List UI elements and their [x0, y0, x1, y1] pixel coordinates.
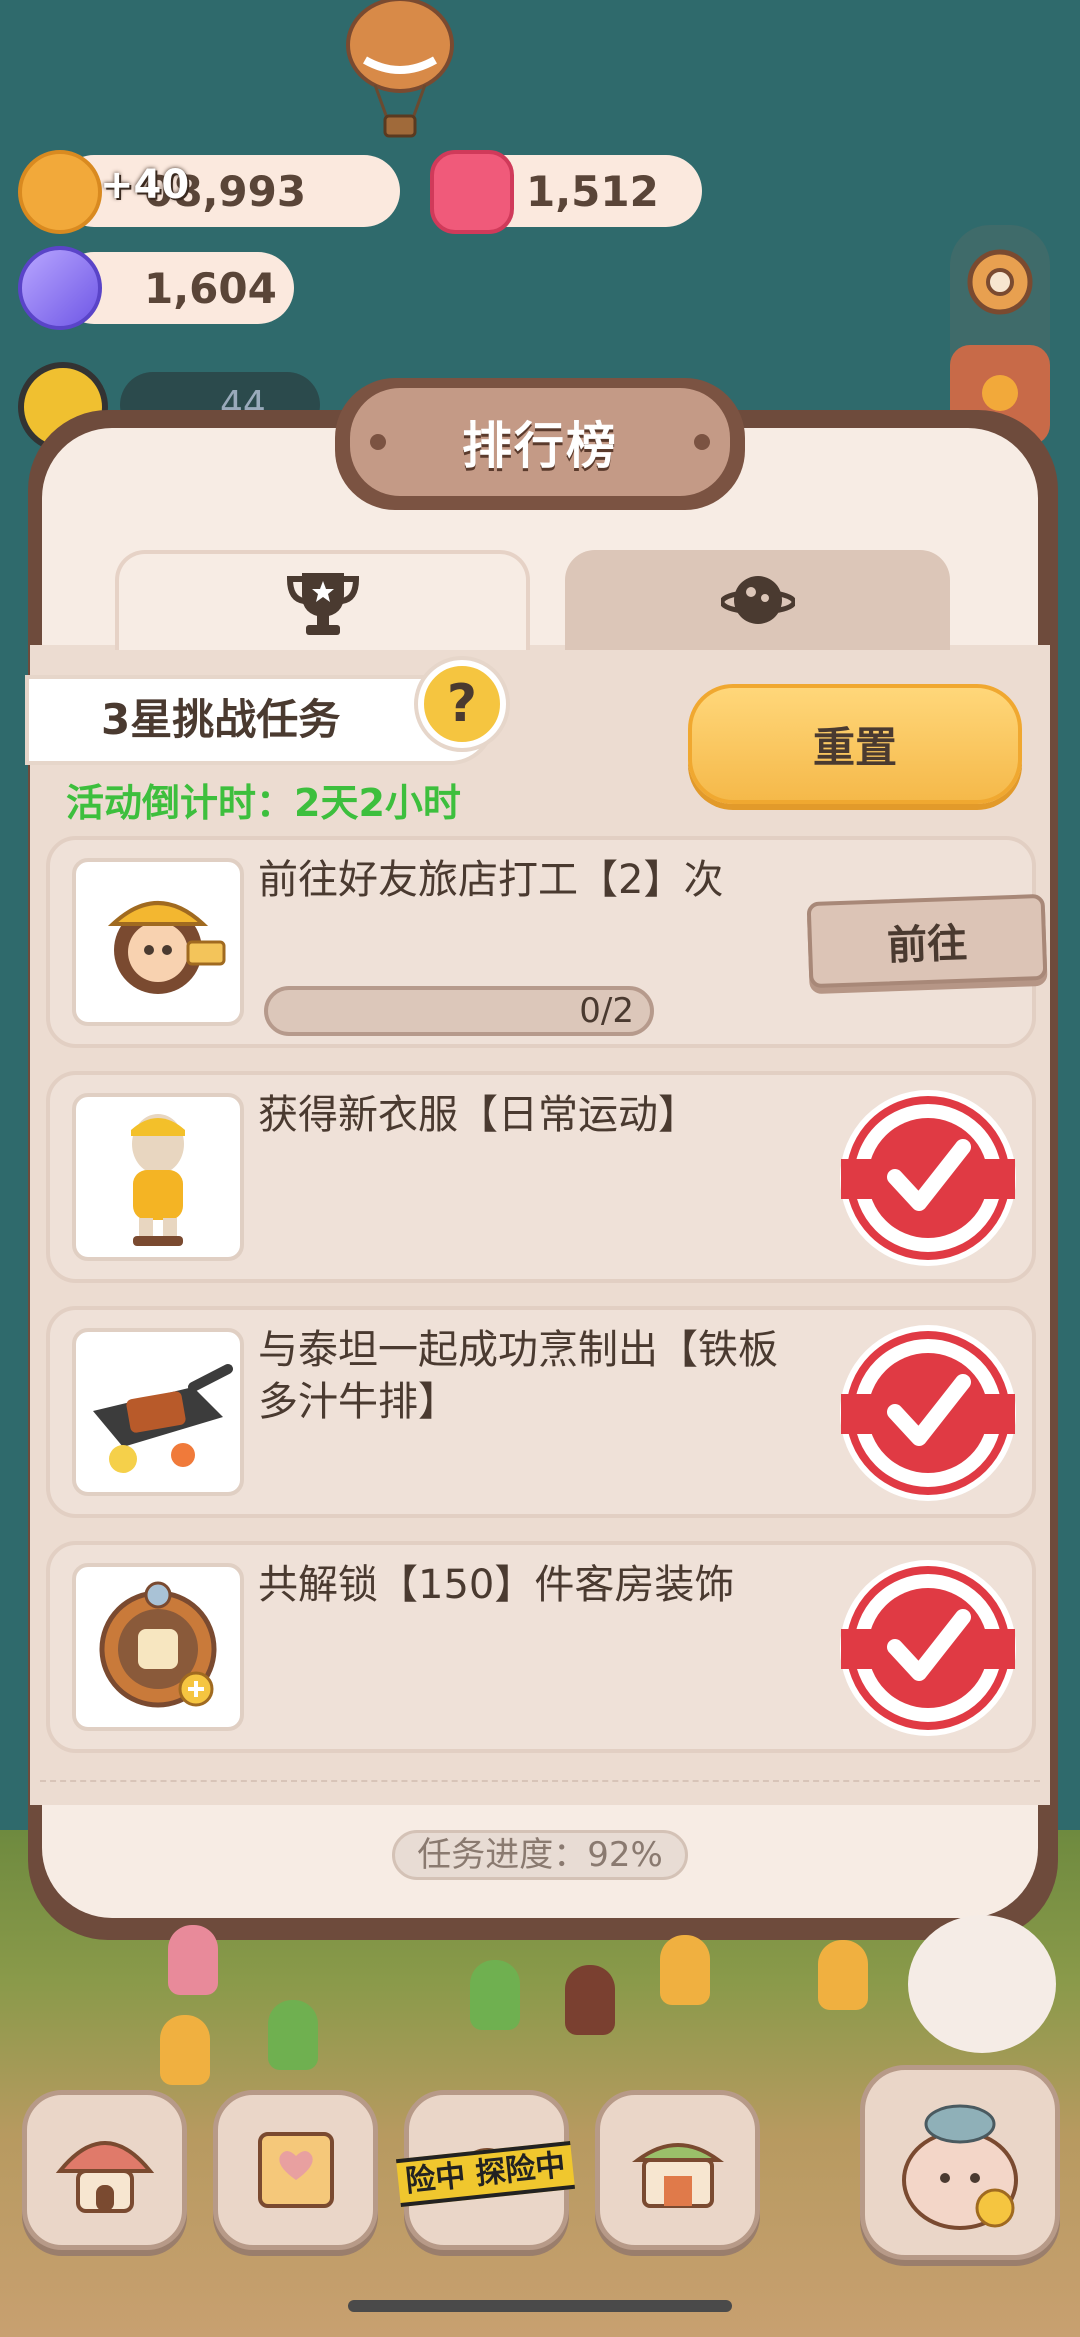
completed-stamp-icon	[840, 1325, 1016, 1501]
cat-pet-icon	[902, 2104, 1018, 2230]
cat-pet-button[interactable]	[860, 2065, 1060, 2260]
help-button[interactable]: ?	[418, 660, 506, 748]
trophy-icon	[286, 573, 359, 635]
tab-planet[interactable]	[565, 550, 950, 650]
hot-air-balloon-icon	[346, 0, 454, 138]
villager-character	[470, 1960, 520, 2030]
list-scroll-edge	[40, 1780, 1040, 1800]
pink-gem-icon	[430, 150, 514, 234]
task-description: 前往好友旅店打工【2】次	[258, 857, 724, 903]
villager-character	[168, 1925, 218, 1995]
mushroom-house-button[interactable]	[22, 2090, 187, 2250]
title-plate-face: 排行榜	[350, 388, 730, 496]
steak-plate-icon	[72, 1328, 244, 1496]
shop-icon	[631, 2143, 724, 2208]
task-item: 获得新衣服【日常运动】	[46, 1071, 1036, 1283]
villager-character	[268, 2000, 318, 2070]
crystal-icon	[18, 246, 102, 330]
room-decor-icon	[72, 1563, 244, 1731]
sport-outfit-icon	[72, 1093, 244, 1261]
plate-rivet	[694, 434, 710, 450]
shop-button[interactable]	[595, 2090, 760, 2250]
task-description: 共解锁【150】件客房装饰	[258, 1562, 735, 1608]
villager-character	[565, 1965, 615, 2035]
crystal-value: 1,604	[144, 263, 277, 313]
villager-character	[818, 1940, 868, 2010]
panel-title: 排行榜	[462, 417, 618, 475]
journal-icon	[257, 2132, 334, 2208]
cookie-plus-badge: +40	[100, 162, 190, 208]
worker-girl-icon	[72, 858, 244, 1026]
task-item: 共解锁【150】件客房装饰	[46, 1541, 1036, 1753]
task-item: 前往好友旅店打工【2】次 0/2 前往	[46, 836, 1048, 1048]
task-description: 获得新衣服【日常运动】	[258, 1092, 698, 1138]
plate-rivet	[370, 434, 386, 450]
settings-gear-icon[interactable]	[950, 232, 1050, 332]
go-button[interactable]: 前往	[806, 893, 1048, 989]
event-countdown: 活动倒计时：2天2小时	[66, 781, 461, 825]
mushroom-house-icon	[55, 2141, 154, 2213]
tab-trophy[interactable]	[115, 550, 530, 650]
completed-stamp-icon	[840, 1090, 1016, 1266]
task-description: 与泰坦一起成功烹制出【铁板多汁牛排】	[258, 1327, 778, 1425]
cookie-icon	[18, 150, 102, 234]
journal-button[interactable]	[213, 2090, 378, 2250]
completed-stamp-icon	[840, 1560, 1016, 1736]
planet-icon	[720, 576, 795, 624]
reset-button[interactable]: 重置	[688, 684, 1022, 804]
cat-chat-bubble-icon[interactable]	[908, 1915, 1056, 2053]
villager-character	[660, 1935, 710, 2005]
villager-character	[160, 2015, 210, 2085]
home-indicator[interactable]	[348, 2300, 732, 2312]
overall-progress: 任务进度：92%	[392, 1830, 688, 1880]
gem-value: 1,512	[526, 166, 659, 216]
task-item: 与泰坦一起成功烹制出【铁板多汁牛排】	[46, 1306, 1036, 1518]
task-progress-bar: 0/2	[264, 986, 654, 1036]
